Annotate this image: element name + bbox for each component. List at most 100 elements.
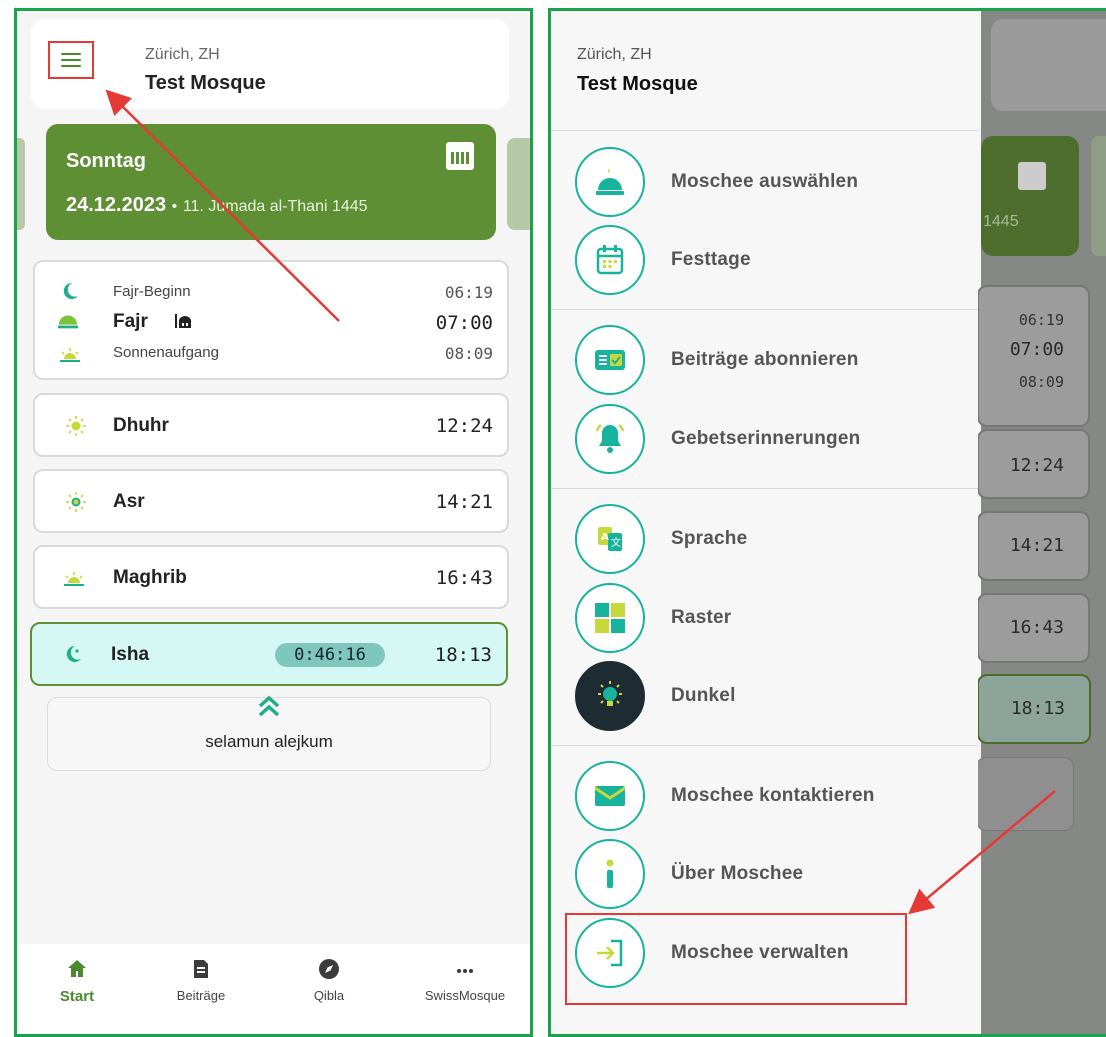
envelope-icon bbox=[575, 761, 645, 831]
grid-icon bbox=[575, 583, 645, 653]
sunset-icon bbox=[63, 568, 85, 590]
asr-card[interactable]: Asr 14:21 bbox=[33, 469, 509, 533]
highlight-box bbox=[565, 913, 907, 1005]
sun-icon bbox=[65, 491, 87, 513]
divider bbox=[551, 309, 978, 310]
dhuhr-card[interactable]: Dhuhr 12:24 bbox=[33, 393, 509, 457]
mosque-icon bbox=[173, 310, 195, 332]
nav-label: SwissMosque bbox=[424, 988, 506, 1003]
more-dots-icon bbox=[457, 969, 473, 973]
menu-item-label: Beiträge abonnieren bbox=[671, 349, 859, 370]
fajr-begin-time: 06:19 bbox=[444, 283, 493, 302]
svg-text:文: 文 bbox=[611, 536, 621, 549]
svg-text:A: A bbox=[601, 532, 609, 543]
fajr-time: 07:00 bbox=[435, 312, 493, 334]
menu-item-beitraege-abonnieren[interactable]: Beiträge abonnieren bbox=[575, 325, 955, 395]
date-line: 24.12.2023 • 11. Jumada al-Thani 1445 bbox=[66, 194, 368, 217]
dimmed-fajr-time: 07:00 bbox=[1009, 339, 1064, 360]
menu-item-raster[interactable]: Raster bbox=[575, 583, 955, 653]
menu-item-moschee-auswaehlen[interactable]: Moschee auswählen bbox=[575, 147, 955, 217]
drawer-mosque-name: Test Mosque bbox=[577, 73, 698, 95]
dawn-icon bbox=[57, 310, 79, 332]
hamburger-menu-icon[interactable] bbox=[48, 41, 94, 79]
gregorian-date: 24.12.2023 bbox=[66, 194, 167, 216]
day-card[interactable]: Sonntag 24.12.2023 • 11. Jumada al-Thani… bbox=[46, 124, 496, 240]
dimmed-fajr-card: 06:19 07:00 08:09 bbox=[977, 285, 1090, 427]
nav-label: Beiträge bbox=[176, 988, 226, 1003]
nav-beitraege[interactable]: Beiträge bbox=[146, 958, 256, 1003]
lightbulb-icon bbox=[575, 661, 645, 731]
greeting-card[interactable]: selamun alejkum bbox=[47, 694, 491, 771]
menu-item-ueber-moschee[interactable]: Über Moschee bbox=[575, 839, 955, 909]
dimmed-fajr-begin: 06:19 bbox=[1018, 311, 1064, 329]
article-icon bbox=[194, 960, 208, 978]
menu-item-label: Sprache bbox=[671, 528, 748, 549]
dimmed-dhuhr-card: 12:24 bbox=[977, 429, 1090, 499]
prayer-time: 12:24 bbox=[435, 415, 493, 437]
dimmed-hijri-year: 1445 bbox=[983, 213, 1019, 230]
dimmed-maghrib-time: 16:43 bbox=[1009, 617, 1064, 638]
fajr-card[interactable]: Fajr-Beginn 06:19 Fajr 07:00 Sonnenaufga… bbox=[33, 260, 509, 380]
menu-item-moschee-kontaktieren[interactable]: Moschee kontaktieren bbox=[575, 761, 955, 831]
prayer-name: Dhuhr bbox=[113, 415, 169, 436]
header-mosque-name: Test Mosque bbox=[145, 72, 266, 94]
nav-label: Qibla bbox=[313, 988, 345, 1003]
next-day-card-peek[interactable] bbox=[507, 138, 530, 230]
dimmed-dhuhr-time: 12:24 bbox=[1009, 455, 1064, 476]
nav-qibla[interactable]: Qibla bbox=[274, 958, 384, 1003]
dimmed-asr-time: 14:21 bbox=[1009, 535, 1064, 556]
prayer-time: 16:43 bbox=[435, 567, 493, 589]
dimmed-maghrib-card: 16:43 bbox=[977, 593, 1090, 663]
menu-item-label: Gebetserinnerungen bbox=[671, 428, 861, 449]
chevron-up-icon[interactable] bbox=[256, 694, 282, 722]
sunrise-label: Sonnenaufgang bbox=[113, 344, 219, 361]
header-city: Zürich, ZH bbox=[145, 46, 220, 63]
fajr-begin-label: Fajr-Beginn bbox=[113, 283, 191, 300]
crescent-icon bbox=[62, 643, 84, 665]
dimmed-sunrise: 08:09 bbox=[1018, 373, 1064, 391]
isha-card[interactable]: Isha 0:46:16 18:13 bbox=[30, 622, 508, 686]
mosque-dome-icon bbox=[575, 147, 645, 217]
menu-item-label: Festtage bbox=[671, 249, 751, 270]
maghrib-card[interactable]: Maghrib 16:43 bbox=[33, 545, 509, 609]
bottom-navigation: Start Beiträge Qibla SwissMosque bbox=[17, 944, 530, 1034]
menu-item-gebetserinnerungen[interactable]: Gebetserinnerungen bbox=[575, 404, 955, 474]
divider bbox=[551, 745, 978, 746]
prayer-name: Asr bbox=[113, 491, 145, 512]
nav-start[interactable]: Start bbox=[22, 958, 132, 1005]
dimmed-calendar-icon bbox=[1018, 162, 1046, 190]
compass-icon bbox=[319, 959, 339, 979]
subscribe-card-icon bbox=[575, 325, 645, 395]
menu-item-label: Moschee auswählen bbox=[671, 171, 859, 192]
crescent-icon bbox=[59, 280, 81, 302]
calendar-icon[interactable] bbox=[446, 142, 474, 170]
calendar-icon bbox=[575, 225, 645, 295]
home-icon bbox=[68, 960, 86, 977]
date-separator: • bbox=[171, 198, 178, 215]
dimmed-asr-card: 14:21 bbox=[977, 511, 1090, 581]
menu-item-label: Moschee kontaktieren bbox=[671, 785, 875, 806]
dimmed-header-card bbox=[991, 19, 1106, 111]
header-card: Zürich, ZH Test Mosque bbox=[31, 19, 509, 109]
menu-item-dunkel[interactable]: Dunkel bbox=[575, 661, 955, 731]
isha-countdown: 0:46:16 bbox=[275, 643, 385, 667]
prayer-time: 18:13 bbox=[434, 644, 492, 666]
divider bbox=[551, 488, 978, 489]
hijri-date: 11. Jumada al-Thani 1445 bbox=[182, 198, 368, 215]
nav-swissmosque[interactable]: SwissMosque bbox=[410, 958, 520, 1003]
nav-label: Start bbox=[59, 988, 95, 1005]
dimmed-day-card bbox=[981, 136, 1079, 256]
weekday: Sonntag bbox=[66, 150, 146, 172]
menu-item-label: Raster bbox=[671, 607, 732, 628]
prev-day-card-peek[interactable] bbox=[17, 138, 25, 230]
drawer-screen: 1445 06:19 07:00 08:09 12:24 14:21 16:43… bbox=[548, 8, 1106, 1037]
dimmed-greeting-card bbox=[976, 757, 1074, 831]
home-screen: Zürich, ZH Test Mosque Sonntag 24.12.202… bbox=[14, 8, 533, 1037]
sunrise-icon bbox=[59, 344, 81, 366]
bell-icon bbox=[575, 404, 645, 474]
greeting-text: selamun alejkum bbox=[205, 732, 333, 751]
drawer-city: Zürich, ZH bbox=[577, 46, 652, 63]
menu-item-label: Über Moschee bbox=[671, 863, 804, 884]
menu-item-festtage[interactable]: Festtage bbox=[575, 225, 955, 295]
menu-item-sprache[interactable]: A文 Sprache bbox=[575, 504, 955, 574]
